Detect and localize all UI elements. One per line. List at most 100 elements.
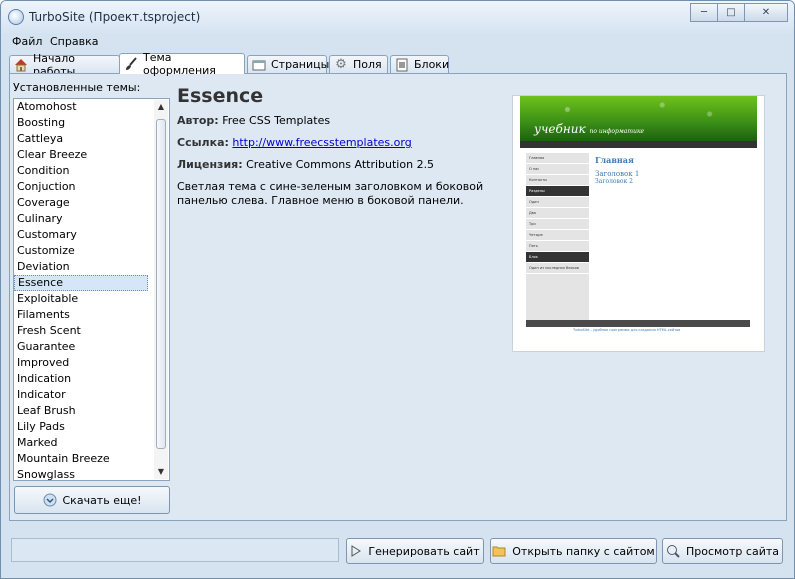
theme-list-item[interactable]: Customize [14,243,148,259]
theme-list-item[interactable]: Fresh Scent [14,323,148,339]
theme-list-item[interactable]: Essence [14,275,148,291]
theme-list-item[interactable]: Cattleya [14,131,148,147]
menu-bar: Файл Справка [1,33,794,51]
generate-site-button[interactable]: Генерировать сайт [346,538,484,564]
minimize-icon: ─ [700,7,708,18]
tab-pages[interactable]: Страницы [247,55,329,73]
preview-nav-item: Один [526,197,589,208]
scroll-up-icon[interactable]: ▲ [154,100,168,114]
theme-list-item[interactable]: Filaments [14,307,148,323]
link-label: Ссылка: [177,136,229,149]
scroll-down-icon[interactable]: ▼ [154,465,168,479]
preview-nav-item: Пять [526,241,589,252]
theme-list-scrollbar[interactable]: ▲ ▼ [154,100,168,479]
preview-topbar [520,141,757,148]
tab-label: Поля [353,58,382,71]
view-site-button[interactable]: Просмотр сайта [662,538,783,564]
download-more-label: Скачать еще! [62,493,142,507]
tab-getting-started[interactable]: Начало работы [9,52,120,78]
open-folder-label: Открыть папку с сайтом [512,544,655,558]
tab-fields[interactable]: ⚙ Поля [329,55,388,73]
author-value: Free CSS Templates [222,114,331,127]
preview-h1: Главная [595,155,634,165]
pages-icon [252,58,266,72]
brush-icon [124,57,138,71]
open-folder-button[interactable]: Открыть папку с сайтом [490,538,657,564]
license-label: Лицензия: [177,158,243,171]
preview-nav-item: Главная [526,153,589,164]
preview-nav-item: Блок [526,252,589,263]
theme-list-item[interactable]: Boosting [14,115,148,131]
theme-details: Essence Автор: Free CSS Templates Ссылка… [177,85,507,208]
generate-site-label: Генерировать сайт [368,544,480,558]
preview-footer [526,320,750,327]
author-label: Автор: [177,114,219,127]
preview-nav-item: Контакты [526,175,589,186]
tab-label: Тема оформления [143,51,216,77]
menu-file[interactable]: Файл [12,35,42,48]
preview-header: учебник по информатике [520,96,757,141]
blocks-icon [395,58,409,72]
theme-list-item[interactable]: Conjuction [14,179,148,195]
preview-sidebar: Главная О нас Контакты Разделы Один Два Три Чет… [526,153,589,321]
license-row: Лицензия: Creative Commons Attribution 2… [177,158,507,171]
theme-list-item[interactable]: Atomohost [14,99,148,115]
theme-list-item[interactable]: Clear Breeze [14,147,148,163]
theme-list-item[interactable]: Mountain Breeze [14,451,148,467]
theme-list-item[interactable]: Indicator [14,387,148,403]
theme-list[interactable]: Atomohost Boosting Cattleya Clear Breeze Con… [13,98,170,481]
tab-theme[interactable]: Тема оформления [119,51,245,77]
status-field [11,538,339,562]
theme-preview: учебник по информатике Главная О нас Конта… [512,95,765,352]
theme-list-item[interactable]: Condition [14,163,148,179]
preview-h2: Заголовок 1 [595,170,640,178]
theme-list-item[interactable]: Lily Pads [14,419,148,435]
preview-logo: учебник по информатике [534,122,645,136]
app-icon [8,9,24,25]
download-icon [43,493,57,507]
scroll-thumb[interactable] [156,119,166,449]
window-controls: ─ □ ✕ [690,3,788,22]
maximize-button[interactable]: □ [717,3,745,22]
gear-icon: ⚙ [335,57,347,72]
preview-nav-item: Один из последних блоков [526,263,589,274]
home-icon [14,58,28,72]
theme-items: Atomohost Boosting Cattleya Clear Breeze Con… [14,99,169,480]
preview-footer-link: TurboSite - удобная программа для создан… [573,328,681,332]
theme-list-item[interactable]: Snowglass [14,467,148,480]
theme-list-item[interactable]: Culinary [14,211,148,227]
theme-list-item[interactable]: Customary [14,227,148,243]
maximize-icon: □ [726,7,736,18]
preview-nav-item: Два [526,208,589,219]
theme-list-item[interactable]: Exploitable [14,291,148,307]
window-title: TurboSite (Проект.tsproject) [29,10,201,24]
preview-nav-item: Разделы [526,186,589,197]
menu-help[interactable]: Справка [50,35,98,48]
tab-label: Блоки [414,58,450,71]
folder-icon [492,545,506,557]
title-bar: TurboSite (Проект.tsproject) ─ □ ✕ [1,1,794,33]
theme-list-item[interactable]: Marked [14,435,148,451]
theme-description: Светлая тема с сине-зеленым заголовком и… [177,180,484,207]
theme-list-item[interactable]: Improved [14,355,148,371]
minimize-button[interactable]: ─ [690,3,718,22]
preview-nav-item: Четыре [526,230,589,241]
link-row: Ссылка: http://www.freecsstemplates.org [177,136,507,149]
theme-list-item[interactable]: Guarantee [14,339,148,355]
theme-link[interactable]: http://www.freecsstemplates.org [232,136,411,149]
preview-h3: Заголовок 2 [595,178,633,185]
download-more-button[interactable]: Скачать еще! [14,486,170,514]
author-row: Автор: Free CSS Templates [177,114,507,127]
preview-nav-item: О нас [526,164,589,175]
close-button[interactable]: ✕ [744,3,788,22]
theme-name: Essence [177,85,264,107]
close-icon: ✕ [761,7,771,18]
tab-blocks[interactable]: Блоки [390,55,449,73]
theme-list-item[interactable]: Coverage [14,195,148,211]
view-site-label: Просмотр сайта [685,544,780,558]
installed-themes-label: Установленные темы: [13,81,141,94]
theme-list-item[interactable]: Deviation [14,259,148,275]
theme-list-item[interactable]: Indication [14,371,148,387]
theme-list-item[interactable]: Leaf Brush [14,403,148,419]
preview-nav-item: Три [526,219,589,230]
